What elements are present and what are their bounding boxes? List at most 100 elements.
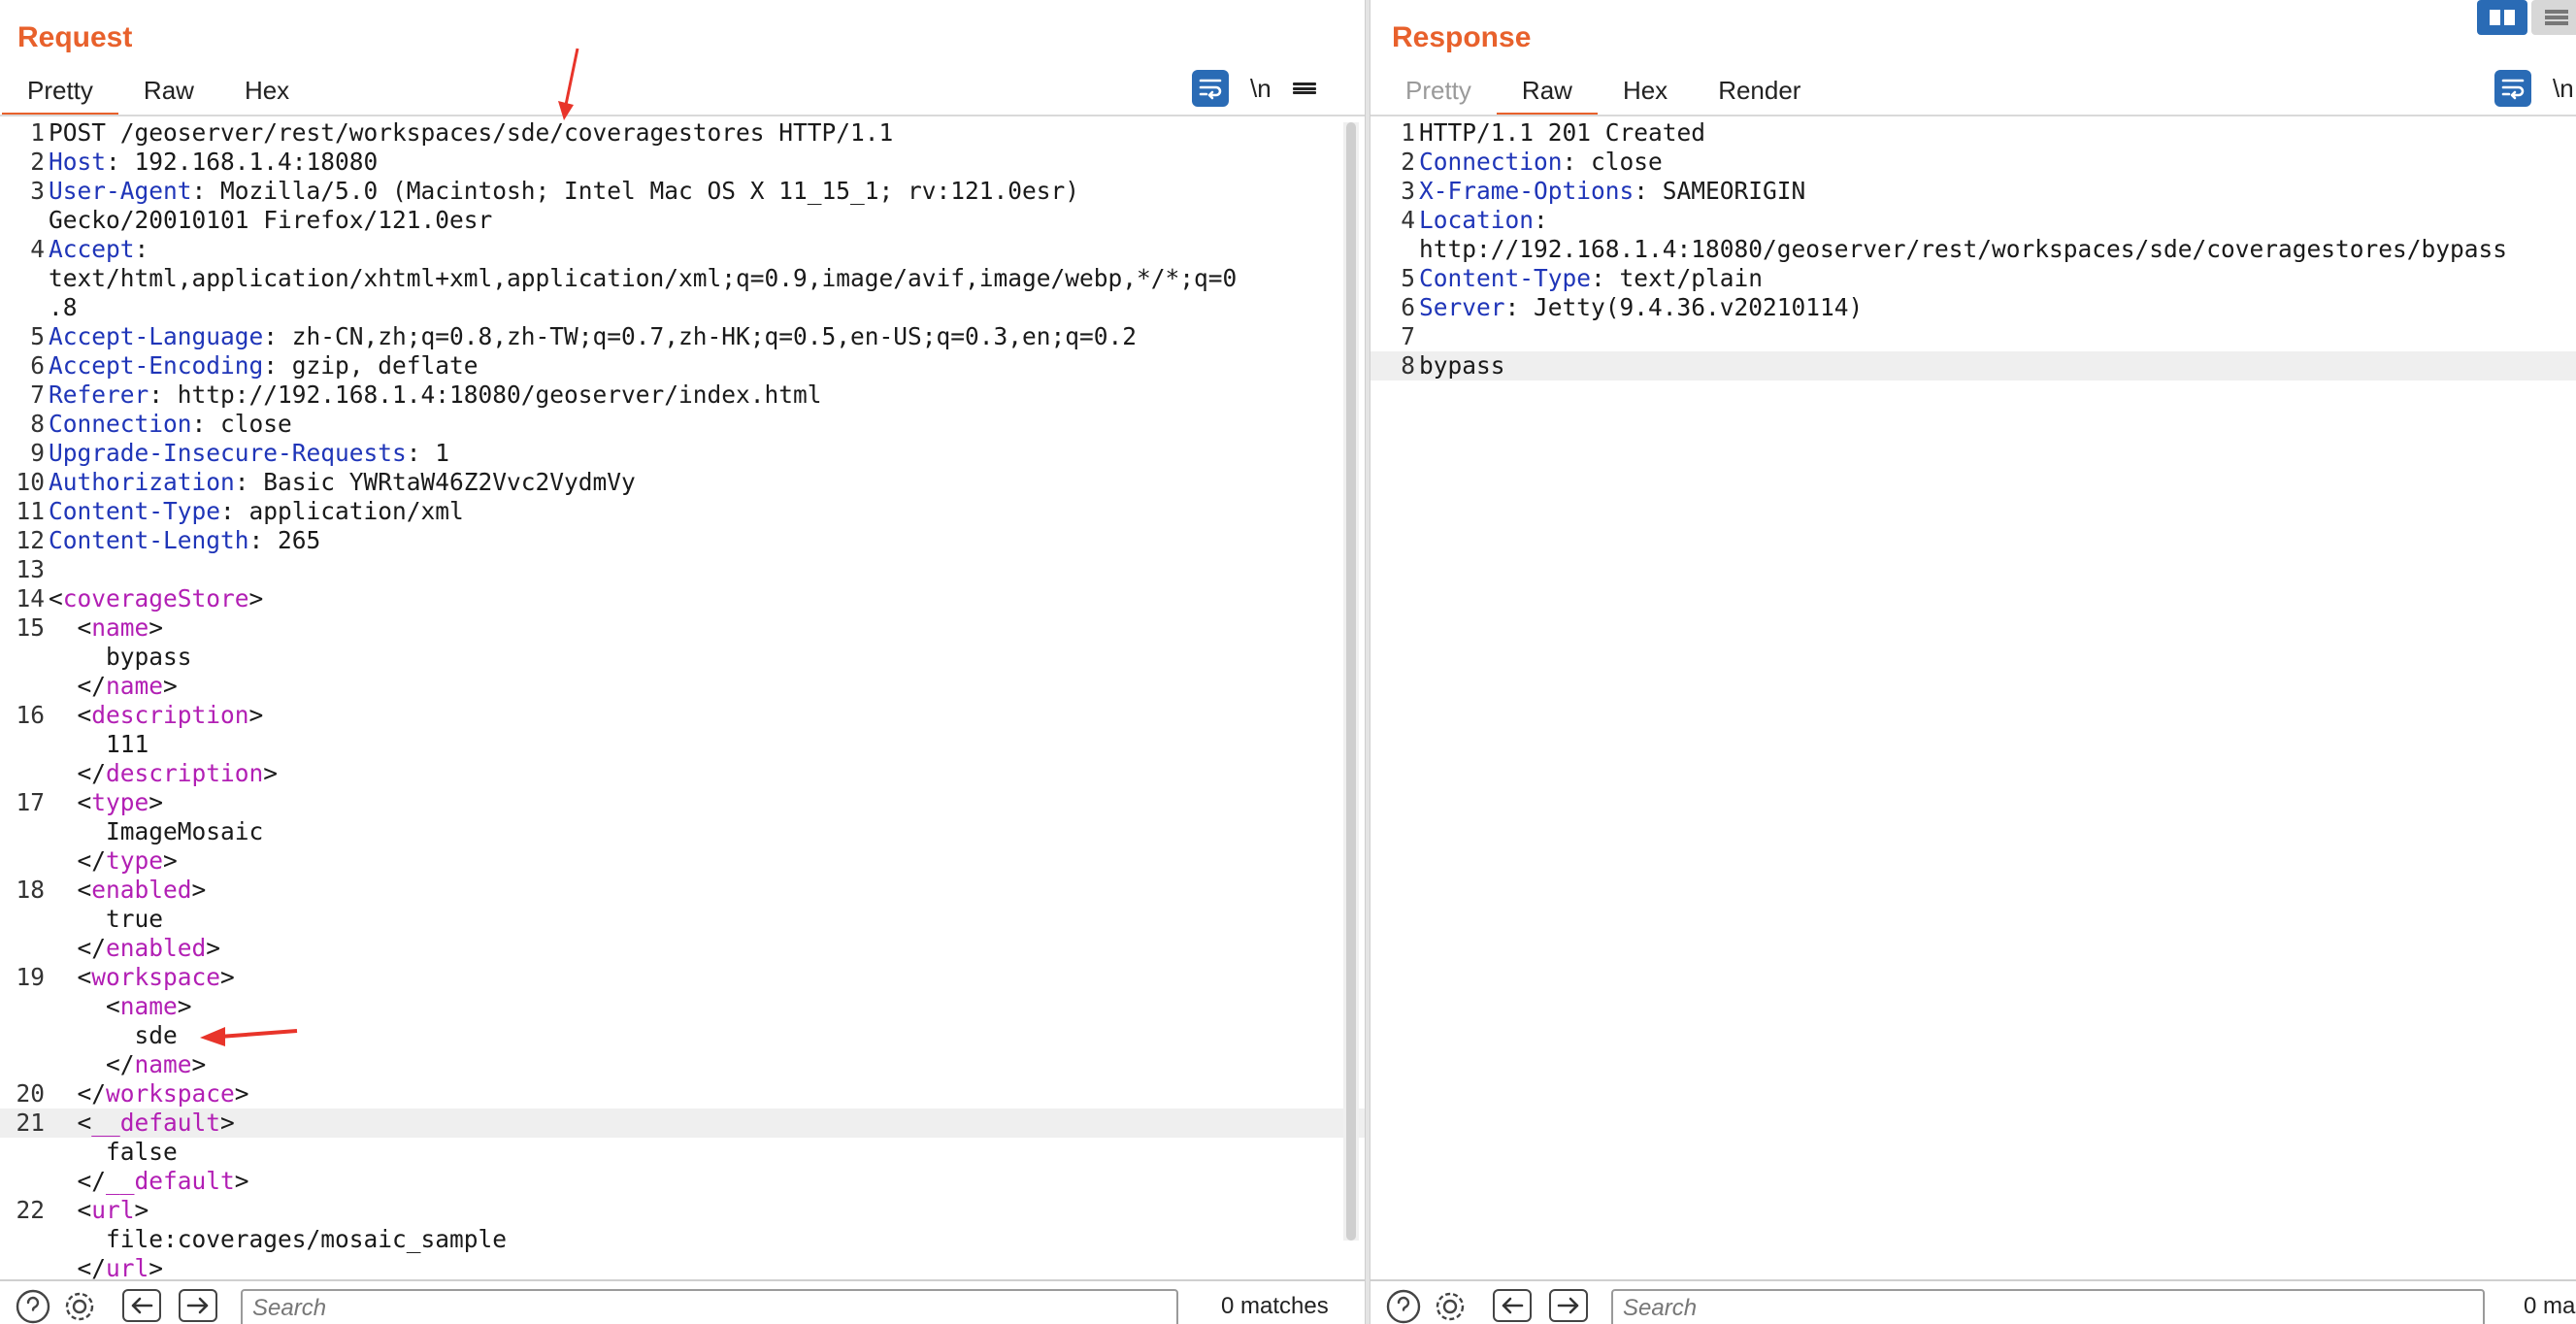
tab-raw[interactable]: Raw: [1496, 68, 1598, 116]
xml-tag-name: url: [106, 1254, 149, 1281]
settings-gear-icon[interactable]: [60, 1287, 99, 1324]
tab-raw[interactable]: Raw: [118, 68, 219, 116]
xml-tag-name: coverageStore: [62, 584, 249, 612]
header-name: Content-Type: [49, 497, 221, 525]
header-name: X-Frame-Options: [1419, 177, 1635, 205]
line-content: Accept-Encoding: gzip, deflate: [47, 351, 479, 381]
line-number: 22: [16, 1196, 45, 1224]
code-text: 111: [49, 730, 149, 758]
code-text: POST /geoserver/rest/workspaces/sde/cove…: [49, 118, 894, 147]
tab-pretty[interactable]: Pretty: [1380, 68, 1497, 116]
code-line: 6 Server: Jetty(9.4.36.v20210114): [1371, 293, 2576, 322]
arrow-left-icon: [1502, 1297, 1524, 1314]
line-content: </type>: [47, 846, 178, 876]
xml-tag-name: description: [106, 759, 264, 787]
request-editor[interactable]: 1 POST /geoserver/rest/workspaces/sde/cov…: [0, 118, 1365, 1281]
request-pane: Request Pretty Raw Hex \n 1 POST /geoserv…: [0, 0, 1365, 1324]
header-name: Accept-Encoding: [49, 351, 264, 380]
line-content: [47, 555, 63, 584]
code-text: : gzip, deflate: [263, 351, 479, 380]
tab-hex[interactable]: Hex: [1598, 68, 1693, 116]
code-line: 111: [0, 730, 1365, 759]
request-title: Request: [17, 21, 133, 53]
code-text: >: [163, 672, 178, 700]
show-newlines-button[interactable]: \n: [2553, 74, 2574, 104]
line-number: 2: [1401, 148, 1415, 176]
tab-hex[interactable]: Hex: [219, 68, 314, 116]
response-tabs: Pretty Raw Hex Render: [1380, 68, 1826, 116]
header-name: Content-Type: [1419, 264, 1592, 292]
line-number: 3: [1401, 177, 1415, 205]
line-number: [0, 643, 47, 672]
code-text: >: [248, 701, 264, 729]
code-text: >: [191, 1050, 207, 1078]
response-title: Response: [1392, 21, 1532, 53]
code-line: 4 Location: http://192.168.1.4:18080/geose…: [1371, 206, 2576, 264]
previous-match-button[interactable]: [1493, 1289, 1532, 1322]
stacked-layout-button[interactable]: [2531, 0, 2576, 35]
response-editor[interactable]: 1 HTTP/1.1 201 Created 2 Connection: close 3…: [1371, 118, 2576, 1281]
code-text: : close: [191, 410, 292, 438]
code-line: </url>: [0, 1254, 1365, 1281]
code-line: 1 POST /geoserver/rest/workspaces/sde/cov…: [0, 118, 1365, 148]
line-number: 20: [16, 1079, 45, 1108]
code-line: 12 Content-Length: 265: [0, 526, 1365, 555]
line-number: [0, 730, 47, 759]
code-text: >: [220, 1109, 235, 1137]
line-content: Referer: http://192.168.1.4:18080/geoser…: [47, 381, 822, 410]
xml-tag-name: workspace: [106, 1079, 235, 1108]
code-text: >: [248, 584, 264, 612]
code-text: <: [49, 1109, 92, 1137]
code-line: </description>: [0, 759, 1365, 788]
help-icon[interactable]: [14, 1287, 52, 1324]
menu-icon[interactable]: [1292, 77, 1316, 100]
word-wrap-button[interactable]: [1192, 70, 1229, 107]
xml-tag-name: workspace: [91, 963, 221, 991]
code-text: >: [191, 876, 207, 904]
code-line: 11 Content-Type: application/xml: [0, 497, 1365, 526]
xml-tag-name: type: [91, 788, 149, 816]
request-scrollbar[interactable]: [1343, 122, 1359, 1241]
xml-tag-name: enabled: [91, 876, 192, 904]
help-icon[interactable]: [1384, 1287, 1423, 1324]
code-text: :: [134, 235, 149, 263]
code-text: : 192.168.1.4:18080: [106, 148, 379, 176]
line-content: Content-Type: application/xml: [47, 497, 464, 526]
line-number: 6: [1401, 293, 1415, 321]
word-wrap-icon: [1199, 79, 1222, 100]
word-wrap-button[interactable]: [2494, 70, 2531, 107]
settings-gear-icon[interactable]: [1431, 1287, 1470, 1324]
next-match-button[interactable]: [1549, 1289, 1588, 1322]
tab-pretty[interactable]: Pretty: [2, 68, 118, 116]
code-text: </: [49, 1167, 107, 1195]
line-number: [0, 1167, 47, 1196]
line-content: </enabled>: [47, 934, 221, 963]
xml-tag-name: type: [106, 846, 164, 875]
show-newlines-button[interactable]: \n: [1250, 74, 1271, 104]
code-line: <name>: [0, 992, 1365, 1021]
scroll-thumb[interactable]: [1346, 122, 1356, 1241]
header-name: Authorization: [49, 468, 235, 496]
line-content: <name>: [47, 992, 192, 1021]
code-line: 6 Accept-Encoding: gzip, deflate: [0, 351, 1365, 381]
code-text: : Basic YWRtaW46Z2Vvc2VydmVy: [234, 468, 636, 496]
line-number: [0, 934, 47, 963]
code-text: >: [149, 613, 164, 642]
line-number: 3: [30, 177, 45, 205]
code-text: bypass: [49, 643, 192, 671]
code-line: 5 Content-Type: text/plain: [1371, 264, 2576, 293]
search-input[interactable]: Search: [241, 1289, 1178, 1324]
line-number: 15: [16, 613, 45, 642]
tab-render[interactable]: Render: [1693, 68, 1826, 116]
line-number: 8: [30, 410, 45, 438]
line-content: Location: http://192.168.1.4:18080/geoser…: [1417, 206, 2507, 264]
line-content: Accept: text/html,application/xhtml+xml,a…: [47, 235, 1237, 322]
search-input[interactable]: Search: [1611, 1289, 2485, 1324]
code-text: :: [1534, 206, 1548, 234]
line-content: [1417, 322, 1434, 351]
side-by-side-layout-button[interactable]: [2477, 0, 2527, 35]
line-number: 2: [30, 148, 45, 176]
previous-match-button[interactable]: [122, 1289, 161, 1322]
next-match-button[interactable]: [179, 1289, 217, 1322]
code-line: false: [0, 1138, 1365, 1167]
